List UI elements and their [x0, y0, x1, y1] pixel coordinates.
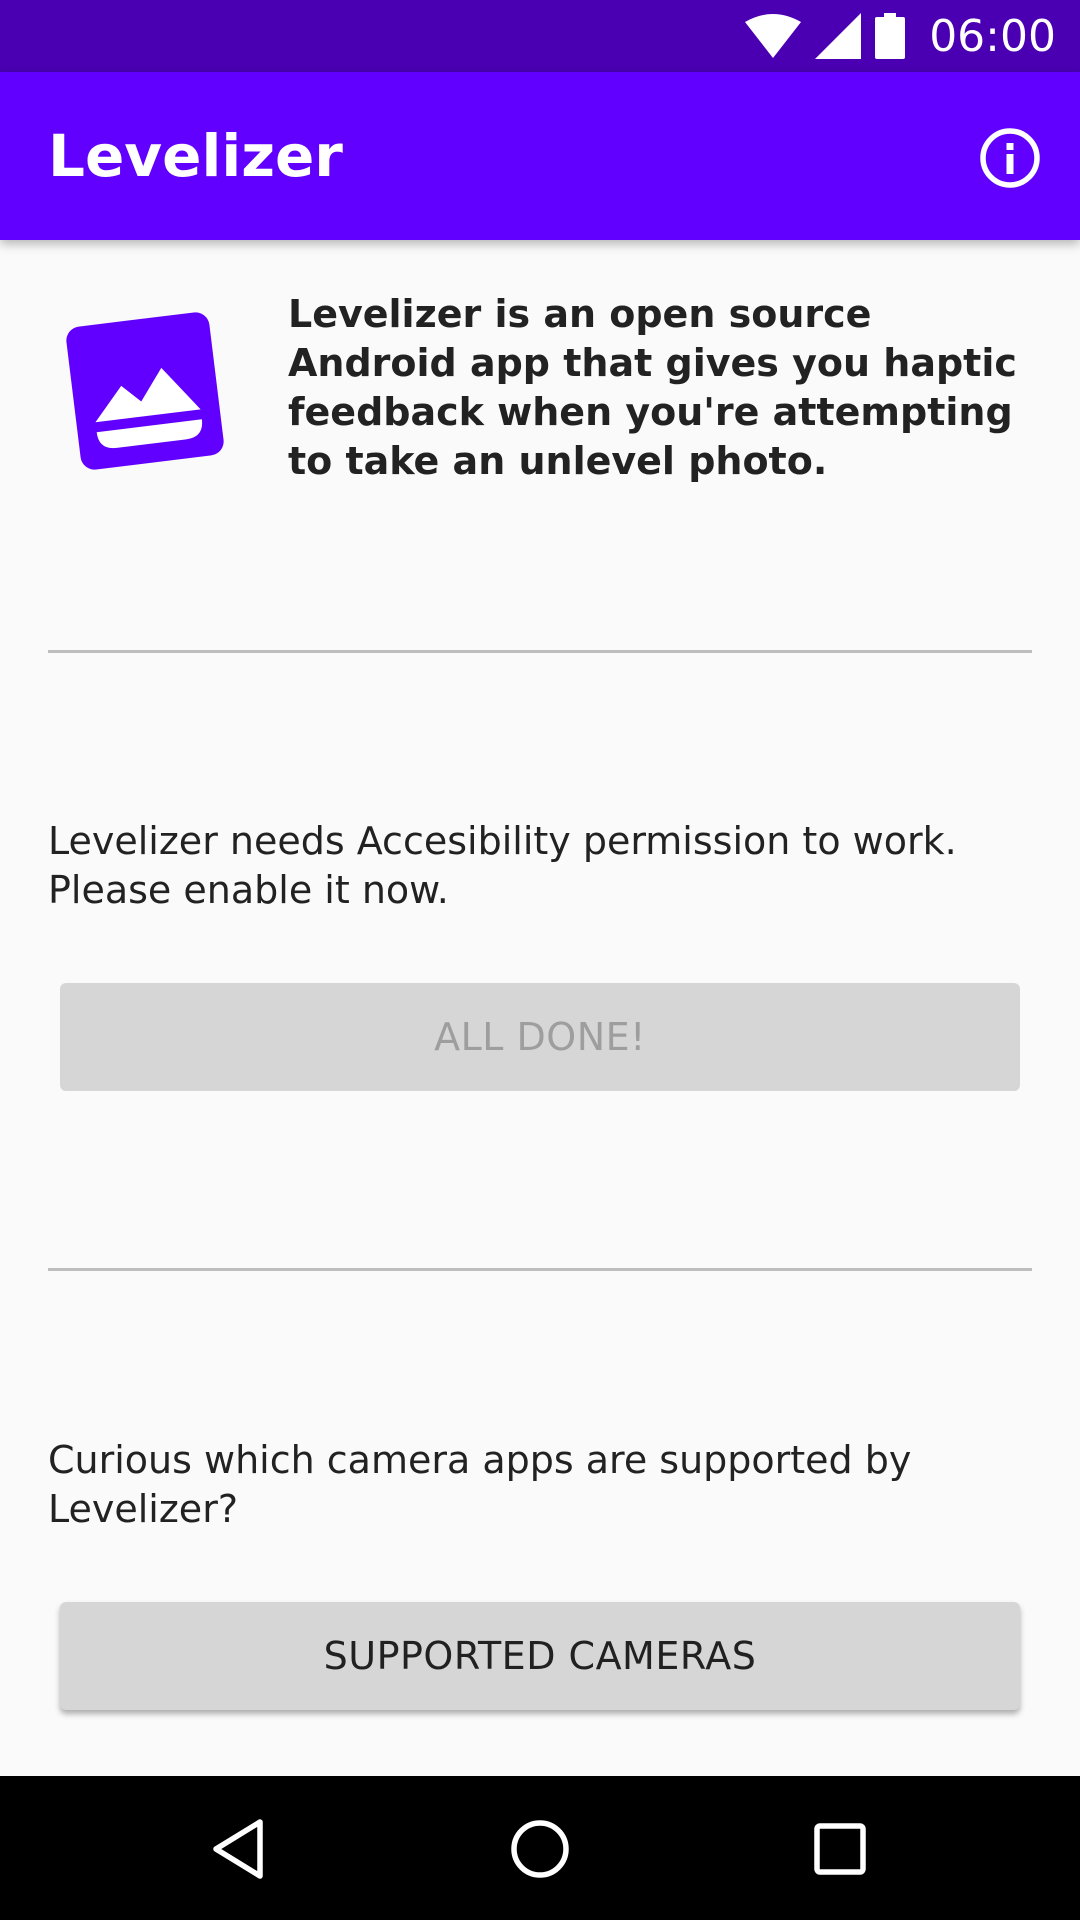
- home-button[interactable]: [505, 1814, 575, 1884]
- all-done-button[interactable]: ALL DONE!: [60, 983, 1020, 1091]
- divider: [48, 650, 1032, 653]
- back-button[interactable]: [206, 1814, 276, 1884]
- status-bar: 06:00: [0, 0, 1080, 72]
- cellular-signal-icon: [815, 13, 862, 59]
- image-landscape-icon: [66, 312, 224, 470]
- supported-cameras-button[interactable]: SUPPORTED CAMERAS: [60, 1602, 1020, 1710]
- divider: [48, 1268, 1032, 1271]
- intro-description: Levelizer is an open source Android app …: [288, 292, 1017, 483]
- home-icon: [511, 1820, 569, 1878]
- recents-icon: [814, 1823, 866, 1875]
- battery-icon: [875, 13, 906, 59]
- info-icon: [980, 128, 1040, 188]
- recents-button[interactable]: [805, 1814, 875, 1884]
- permission-message: Levelizer needs Accesibility permission …: [48, 819, 957, 912]
- status-time: 06:00: [929, 10, 1056, 62]
- status-icons: 06:00: [745, 0, 1056, 72]
- cameras-message: Curious which camera apps are supported …: [48, 1438, 912, 1531]
- back-icon: [213, 1819, 263, 1879]
- app-bar: Levelizer: [0, 72, 1080, 240]
- navigation-bar: [0, 1776, 1080, 1920]
- app-logo: [62, 308, 228, 474]
- info-button[interactable]: [978, 126, 1042, 190]
- wifi-icon: [745, 14, 802, 58]
- app-title: Levelizer: [48, 122, 343, 190]
